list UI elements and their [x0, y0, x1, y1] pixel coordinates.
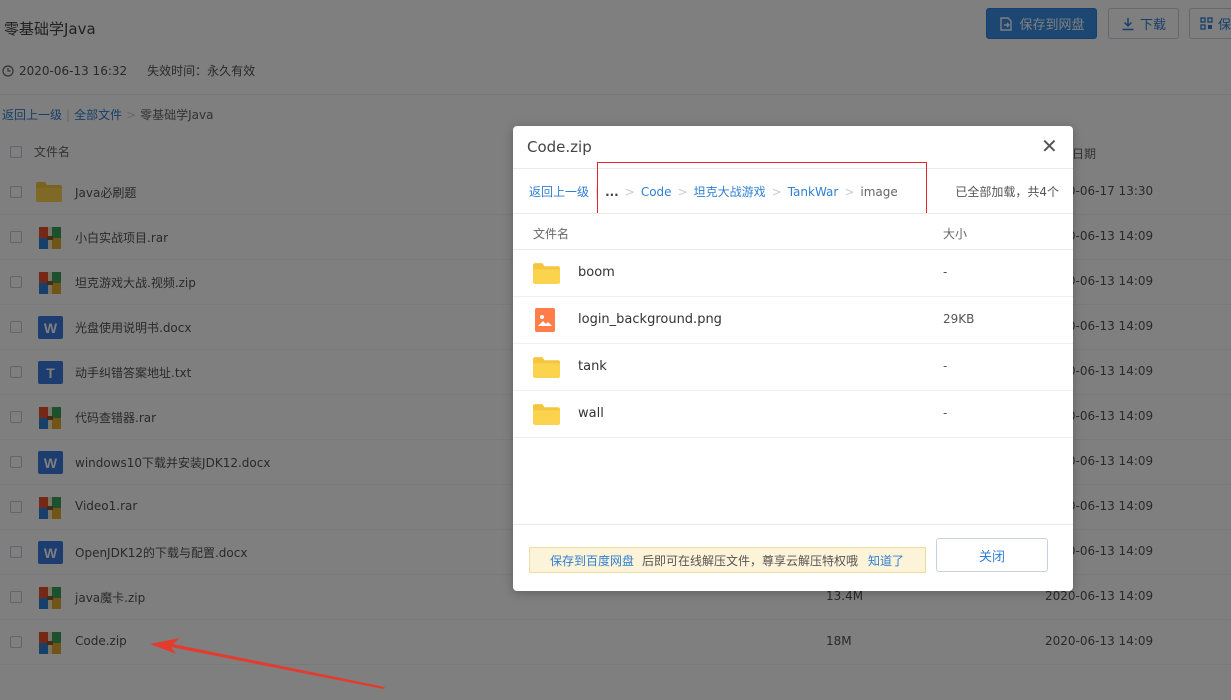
dialog-file-row[interactable]: tank - — [513, 344, 1073, 391]
dialog-file-size: 29KB — [943, 312, 975, 326]
dialog-title: Code.zip — [527, 138, 592, 156]
tip-text: 后即可在线解压文件，尊享云解压特权哦 — [642, 553, 859, 568]
dialog-file-name[interactable]: wall — [578, 406, 604, 421]
dialog-file-row[interactable]: wall - — [513, 391, 1073, 438]
dialog-footer-divider — [513, 524, 1073, 525]
dialog-divider — [513, 213, 1073, 214]
dialog-file-size: - — [943, 359, 948, 373]
got-it-link[interactable]: 知道了 — [868, 552, 904, 569]
zip-preview-dialog: Code.zip ✕ 返回上一级 | ... > Code > 坦克大战游戏 >… — [513, 126, 1073, 591]
dialog-file-name[interactable]: boom — [578, 265, 615, 280]
dialog-file-row[interactable]: boom - — [513, 250, 1073, 297]
save-tip-banner: 保存到百度网盘 后即可在线解压文件，尊享云解压特权哦 知道了 — [529, 547, 926, 573]
dialog-column-size: 大小 — [943, 227, 968, 241]
close-icon[interactable]: ✕ — [1041, 136, 1058, 156]
dialog-file-name[interactable]: tank — [578, 359, 607, 374]
close-button[interactable]: 关闭 — [936, 538, 1048, 572]
dialog-file-row[interactable]: login_background.png 29KB — [513, 297, 1073, 344]
highlight-box — [597, 162, 927, 214]
dialog-file-name[interactable]: login_background.png — [578, 312, 722, 327]
save-to-baidu-link[interactable]: 保存到百度网盘 — [550, 552, 634, 569]
folder-icon — [533, 403, 560, 425]
dialog-column-filename: 文件名 — [533, 227, 570, 241]
folder-icon — [533, 356, 560, 378]
item-count: 已全部加载，共4个 — [955, 185, 1059, 199]
dialog-file-size: - — [943, 406, 948, 420]
folder-icon — [533, 262, 560, 284]
annotation-arrow — [150, 638, 385, 689]
image-file-icon — [535, 308, 555, 332]
dialog-back-link[interactable]: 返回上一级 — [529, 183, 589, 200]
dialog-file-size: - — [943, 265, 948, 279]
